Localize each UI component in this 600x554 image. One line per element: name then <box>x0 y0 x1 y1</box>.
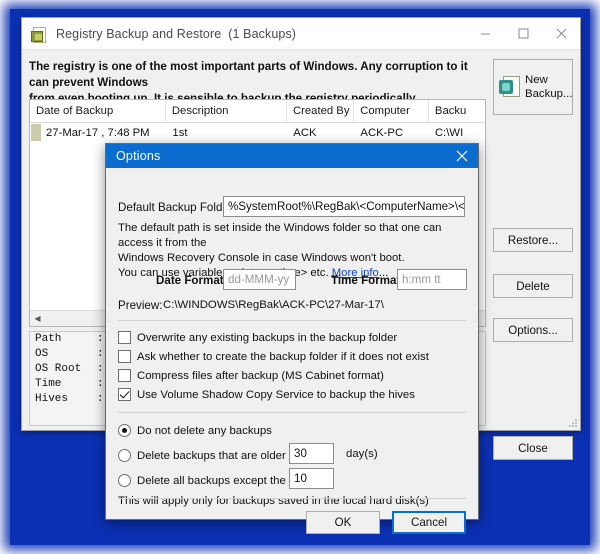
maximize-icon[interactable] <box>504 18 542 49</box>
action-button-column: New Backup... <box>493 59 573 115</box>
main-titlebar: Registry Backup and Restore (1 Backups) <box>22 18 580 50</box>
options-button[interactable]: Options... <box>493 318 573 342</box>
checkbox-box[interactable] <box>118 388 131 401</box>
radio-box[interactable] <box>118 474 131 487</box>
cell-created-by: ACK <box>293 127 317 139</box>
table-row[interactable]: 27-Mar-17 , 7:48 PM 1st ACK ACK-PC C:\WI <box>30 123 485 144</box>
column-header-backup-path[interactable]: Backu <box>429 100 485 122</box>
radio-label: Delete backups that are older than <box>137 449 312 462</box>
checkbox-box[interactable] <box>118 331 131 344</box>
ok-button[interactable]: OK <box>306 511 380 534</box>
column-header-description[interactable]: Description <box>166 100 287 122</box>
info-key: Time <box>35 378 62 390</box>
divider <box>118 320 466 321</box>
checkbox-compress-files[interactable]: Compress files after backup (MS Cabinet … <box>118 369 384 382</box>
delete-older-than-days-input[interactable]: 30 <box>289 443 334 464</box>
chevron-left-icon[interactable]: ◀ <box>30 312 45 326</box>
info-key: Path <box>35 333 62 345</box>
info-key: OS Root <box>35 363 82 375</box>
radio-delete-except-last[interactable]: Delete all backups except the last <box>118 474 307 487</box>
keep-last-count-input[interactable]: 10 <box>289 468 334 489</box>
preview-value: C:\WINDOWS\RegBak\ACK-PC\27-Mar-17\ <box>163 299 384 311</box>
cell-description: 1st <box>172 127 188 139</box>
dialog-title: Options <box>116 149 161 163</box>
listview-rows: 27-Mar-17 , 7:48 PM 1st ACK ACK-PC C:\WI <box>30 123 485 144</box>
date-format-input[interactable]: dd-MMM-yy <box>223 269 296 290</box>
window-controls <box>466 18 580 49</box>
new-backup-label-line1: New <box>525 74 548 86</box>
description-line-2: Windows Recovery Console in case Windows… <box>118 252 405 264</box>
close-button[interactable]: Close <box>493 436 573 460</box>
radio-box[interactable] <box>118 424 131 437</box>
registry-backup-icon <box>31 26 47 43</box>
options-dialog: Options Default Backup Folder %SystemRoo… <box>105 143 479 534</box>
divider <box>118 498 466 499</box>
info-key: OS <box>35 348 49 360</box>
dialog-titlebar: Options <box>106 144 478 168</box>
checkbox-label: Ask whether to create the backup folder … <box>137 350 429 363</box>
listview-header: Date of Backup Description Created By Co… <box>30 100 485 123</box>
dialog-button-row: OK Cancel <box>118 511 466 534</box>
preview-label: Preview: <box>118 299 163 312</box>
time-format-label: Time Format <box>331 274 401 287</box>
close-icon[interactable] <box>542 18 580 49</box>
resize-grip[interactable] <box>568 418 578 428</box>
checkbox-label: Use Volume Shadow Copy Service to backup… <box>137 388 415 401</box>
checkbox-ask-create-folder[interactable]: Ask whether to create the backup folder … <box>118 350 429 363</box>
cancel-button[interactable]: Cancel <box>392 511 466 534</box>
new-backup-button[interactable]: New Backup... <box>493 59 573 115</box>
intro-line-1: The registry is one of the most importan… <box>29 60 468 89</box>
column-header-computer[interactable]: Computer <box>354 100 429 122</box>
description-line-1: The default path is set inside the Windo… <box>118 222 442 249</box>
row-color-swatch <box>31 124 41 141</box>
checkbox-overwrite-existing[interactable]: Overwrite any existing backups in the ba… <box>118 331 397 344</box>
date-format-label: Date Format <box>156 274 224 287</box>
time-format-input[interactable]: h:mm tt <box>397 269 467 290</box>
checkbox-box[interactable] <box>118 369 131 382</box>
radio-box[interactable] <box>118 449 131 462</box>
window-backup-count: (1 Backups) <box>228 26 297 41</box>
checkbox-box[interactable] <box>118 350 131 363</box>
radio-label: Do not delete any backups <box>137 424 272 437</box>
default-backup-folder-input[interactable]: %SystemRoot%\RegBak\<ComputerName>\<DATE… <box>223 196 465 217</box>
divider <box>118 412 466 413</box>
window-title-text: Registry Backup and Restore <box>56 26 222 41</box>
info-key: Hives <box>35 393 69 405</box>
cell-date: 27-Mar-17 , 7:48 PM <box>46 127 150 139</box>
radio-delete-older-than[interactable]: Delete backups that are older than <box>118 449 311 462</box>
new-backup-label-line2: Backup... <box>525 88 573 100</box>
dialog-close-icon[interactable] <box>446 144 478 168</box>
checkbox-label: Compress files after backup (MS Cabinet … <box>137 369 384 382</box>
default-backup-folder-label: Default Backup Folder <box>118 201 233 214</box>
restore-button[interactable]: Restore... <box>493 228 573 252</box>
checkbox-use-vss[interactable]: Use Volume Shadow Copy Service to backup… <box>118 388 415 401</box>
screenshot-root: Registry Backup and Restore (1 Backups) T… <box>0 0 600 554</box>
checkbox-label: Overwrite any existing backups in the ba… <box>137 331 398 344</box>
new-backup-icon <box>499 76 521 98</box>
delete-button[interactable]: Delete <box>493 274 573 298</box>
days-unit-label: day(s) <box>346 448 378 460</box>
retention-note: This will apply only for backups saved i… <box>118 495 429 507</box>
cell-backup-path: C:\WI <box>434 127 464 139</box>
radio-label: Delete all backups except the last <box>137 474 307 487</box>
dialog-body: Default Backup Folder %SystemRoot%\RegBa… <box>106 168 478 534</box>
window-title: Registry Backup and Restore (1 Backups) <box>56 27 296 41</box>
new-backup-label: New Backup... <box>525 73 573 101</box>
column-header-date[interactable]: Date of Backup <box>30 100 166 122</box>
column-header-created-by[interactable]: Created By <box>287 100 355 122</box>
cell-computer: ACK-PC <box>360 127 404 139</box>
radio-do-not-delete[interactable]: Do not delete any backups <box>118 424 272 437</box>
minimize-icon[interactable] <box>466 18 504 49</box>
